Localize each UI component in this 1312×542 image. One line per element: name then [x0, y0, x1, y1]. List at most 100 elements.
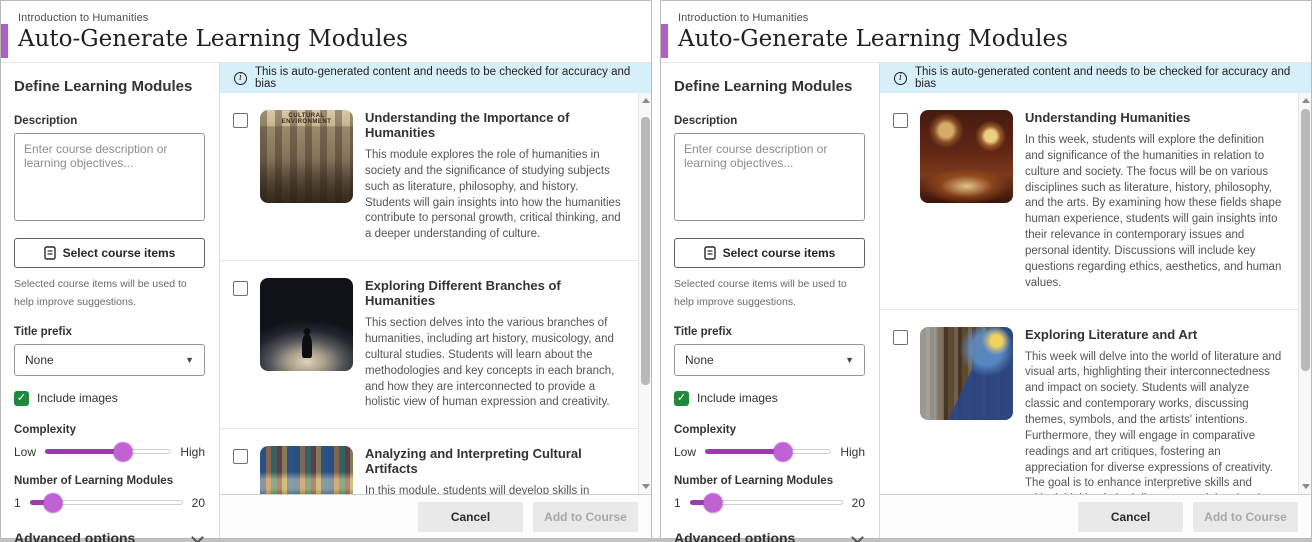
module-title: Understanding the Importance of Humaniti… — [365, 110, 624, 140]
cancel-button[interactable]: Cancel — [418, 502, 523, 532]
module-title: Exploring Literature and Art — [1025, 327, 1284, 342]
module-description: This module explores the role of humanit… — [365, 148, 624, 243]
include-images-label: Include images — [37, 391, 118, 405]
title-prefix-select[interactable]: None ▼ — [14, 344, 205, 376]
select-course-items-label: Select course items — [723, 246, 836, 260]
add-to-course-button[interactable]: Add to Course — [1193, 502, 1298, 532]
scroll-up-arrow[interactable] — [642, 98, 650, 103]
title-prefix-label: Title prefix — [14, 326, 205, 338]
advanced-options-toggle[interactable]: Advanced options — [674, 530, 865, 542]
module-checkbox[interactable] — [233, 281, 248, 296]
checkbox-checked-icon[interactable]: ✓ — [14, 391, 29, 406]
scroll-down-arrow[interactable] — [642, 484, 650, 489]
complexity-low-label: Low — [674, 445, 696, 459]
complexity-slider-thumb[interactable] — [774, 442, 793, 461]
module-checkbox[interactable] — [233, 113, 248, 128]
module-card: CULTURAL ENVIRONMENT Understanding the I… — [220, 93, 638, 260]
module-description: In this module, students will develop sk… — [365, 484, 624, 494]
num-modules-slider[interactable] — [30, 500, 183, 505]
num-modules-slider-thumb[interactable] — [704, 493, 723, 512]
define-modules-sidebar: Define Learning Modules Description Sele… — [1, 63, 220, 538]
description-input[interactable] — [674, 133, 865, 221]
module-title: Exploring Different Branches of Humaniti… — [365, 278, 624, 308]
dialog-footer: Cancel Add to Course — [220, 494, 651, 538]
num-modules-label: Number of Learning Modules — [14, 475, 205, 487]
dialog-header: Introduction to Humanities Auto-Generate… — [1, 1, 651, 63]
ai-content-warning-banner: i This is auto-generated content and nee… — [880, 63, 1311, 93]
complexity-high-label: High — [840, 445, 865, 459]
description-label: Description — [14, 115, 205, 127]
num-modules-slider[interactable] — [690, 500, 843, 505]
scrollbar-thumb[interactable] — [1301, 109, 1310, 371]
module-image — [260, 446, 353, 494]
header-accent-bar — [661, 24, 668, 58]
checkbox-checked-icon[interactable]: ✓ — [674, 391, 689, 406]
select-course-items-button[interactable]: Select course items — [674, 238, 865, 268]
auto-generate-dialog-left: Introduction to Humanities Auto-Generate… — [0, 0, 652, 539]
complexity-slider[interactable] — [705, 449, 831, 454]
module-description: This section delves into the various bra… — [365, 316, 624, 411]
title-prefix-value: None — [25, 353, 54, 367]
include-images-checkbox-row[interactable]: ✓ Include images — [14, 391, 205, 406]
cancel-button[interactable]: Cancel — [1078, 502, 1183, 532]
module-description: This week will delve into the world of l… — [1025, 350, 1284, 494]
complexity-low-label: Low — [14, 445, 36, 459]
include-images-label: Include images — [697, 391, 778, 405]
module-checkbox[interactable] — [893, 330, 908, 345]
module-image: CULTURAL ENVIRONMENT — [260, 110, 353, 203]
num-modules-max-label: 20 — [192, 496, 205, 510]
complexity-slider-fill — [705, 449, 782, 454]
description-label: Description — [674, 115, 865, 127]
module-list: CULTURAL ENVIRONMENT Understanding the I… — [220, 93, 651, 494]
advanced-options-toggle[interactable]: Advanced options — [14, 530, 205, 542]
num-modules-label: Number of Learning Modules — [674, 475, 865, 487]
page-title: Auto-Generate Learning Modules — [678, 26, 1295, 52]
vertical-scrollbar[interactable] — [638, 93, 651, 494]
document-icon — [704, 246, 716, 260]
title-prefix-value: None — [685, 353, 714, 367]
chevron-down-icon: ▼ — [185, 355, 194, 365]
sidebar-heading: Define Learning Modules — [674, 78, 865, 95]
advanced-options-label: Advanced options — [14, 530, 135, 542]
breadcrumb-course-name: Introduction to Humanities — [18, 12, 635, 24]
num-modules-max-label: 20 — [852, 496, 865, 510]
module-checkbox[interactable] — [893, 113, 908, 128]
scroll-down-arrow[interactable] — [1302, 484, 1310, 489]
complexity-slider-fill — [45, 449, 122, 454]
complexity-label: Complexity — [674, 424, 865, 436]
select-items-helper-text: Selected course items will be used to he… — [14, 276, 205, 312]
advanced-options-label: Advanced options — [674, 530, 795, 542]
module-checkbox[interactable] — [233, 449, 248, 464]
complexity-label: Complexity — [14, 424, 205, 436]
chevron-down-icon — [191, 531, 204, 542]
complexity-high-label: High — [180, 445, 205, 459]
module-title: Understanding Humanities — [1025, 110, 1284, 125]
info-icon: i — [894, 72, 907, 85]
screenshot-stage: Introduction to Humanities Auto-Generate… — [0, 0, 1312, 539]
title-prefix-select[interactable]: None ▼ — [674, 344, 865, 376]
title-prefix-label: Title prefix — [674, 326, 865, 338]
description-input[interactable] — [14, 133, 205, 221]
module-card: Understanding Humanities In this week, s… — [880, 93, 1298, 309]
scroll-up-arrow[interactable] — [1302, 98, 1310, 103]
module-image — [260, 278, 353, 371]
chevron-down-icon: ▼ — [845, 355, 854, 365]
complexity-slider[interactable] — [45, 449, 171, 454]
module-card: Exploring Different Branches of Humaniti… — [220, 260, 638, 428]
add-to-course-button[interactable]: Add to Course — [533, 502, 638, 532]
select-course-items-button[interactable]: Select course items — [14, 238, 205, 268]
module-image-banner-text: CULTURAL ENVIRONMENT — [266, 113, 347, 125]
module-card: Exploring Literature and Art This week w… — [880, 309, 1298, 494]
module-title: Analyzing and Interpreting Cultural Arti… — [365, 446, 624, 476]
num-modules-slider-thumb[interactable] — [44, 493, 63, 512]
dialog-footer: Cancel Add to Course — [880, 494, 1311, 538]
vertical-scrollbar[interactable] — [1298, 93, 1311, 494]
define-modules-sidebar: Define Learning Modules Description Sele… — [661, 63, 880, 538]
include-images-checkbox-row[interactable]: ✓ Include images — [674, 391, 865, 406]
select-course-items-label: Select course items — [63, 246, 176, 260]
sidebar-heading: Define Learning Modules — [14, 78, 205, 95]
scrollbar-thumb[interactable] — [641, 117, 650, 385]
breadcrumb-course-name: Introduction to Humanities — [678, 12, 1295, 24]
banner-text: This is auto-generated content and needs… — [255, 66, 637, 90]
complexity-slider-thumb[interactable] — [114, 442, 133, 461]
